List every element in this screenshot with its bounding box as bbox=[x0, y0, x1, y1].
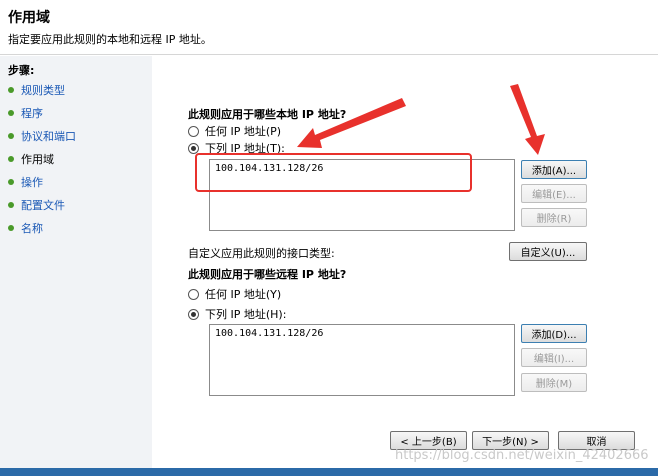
annotation-arrow-right-icon bbox=[510, 84, 545, 155]
watermark-text: https://blog.csdn.net/weixin_42402666 bbox=[395, 448, 649, 463]
taskbar-strip bbox=[0, 468, 658, 476]
annotation-arrows bbox=[297, 84, 545, 155]
annotation-arrow-left-icon bbox=[297, 98, 406, 148]
